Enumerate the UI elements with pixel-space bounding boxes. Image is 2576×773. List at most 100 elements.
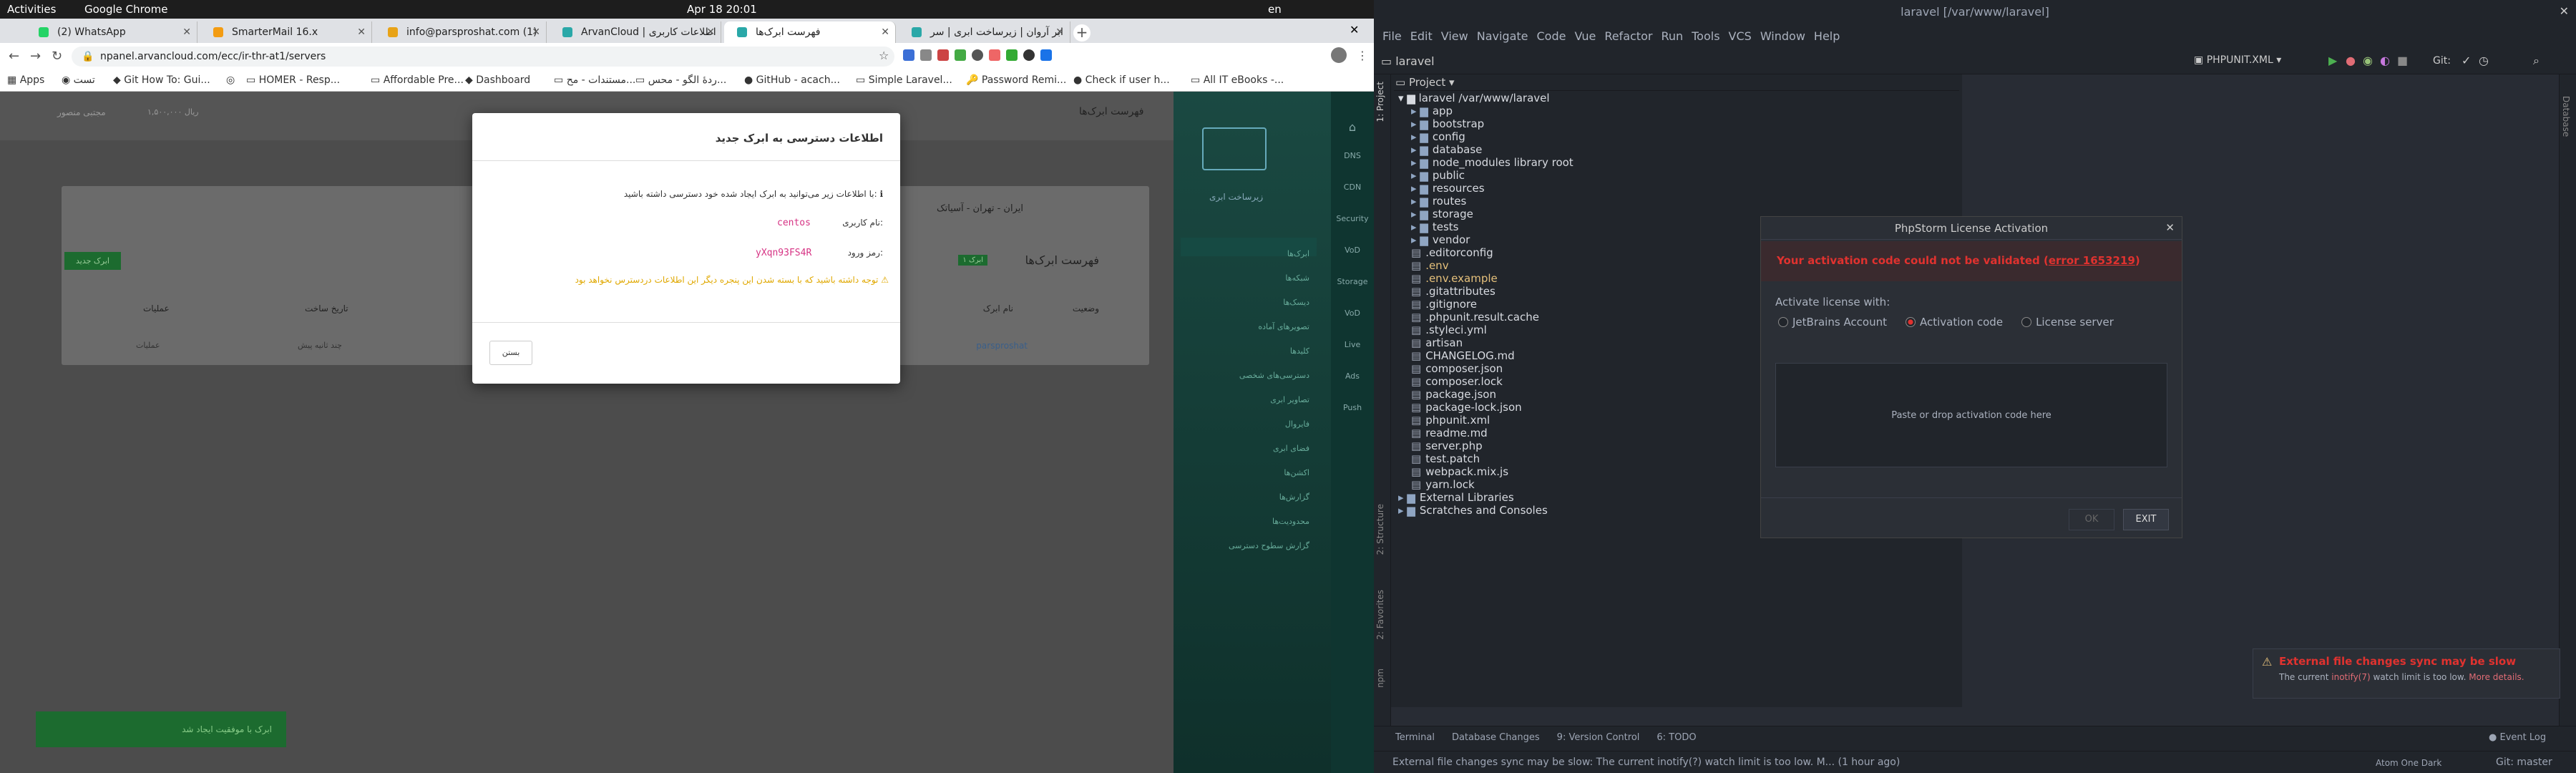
sidebar-item[interactable]: گزارش سطوح دسترسی	[1202, 534, 1309, 558]
tree-item[interactable]: ▸ ▆ vendor	[1411, 233, 1574, 246]
bookmark-item[interactable]: ▭ مستندات - مح...	[554, 74, 635, 86]
tree-item[interactable]: ▤ server.php	[1411, 439, 1574, 452]
service-link[interactable]: VoD	[1331, 308, 1374, 323]
service-link[interactable]: Storage	[1331, 277, 1374, 291]
create-server-button[interactable]: ابرک جدید	[64, 252, 121, 270]
reload-icon[interactable]: ↻	[52, 49, 62, 64]
bookmark-item[interactable]: ◉ تست	[62, 74, 95, 86]
run-icon[interactable]: ▶	[2328, 54, 2337, 67]
bottom-tab[interactable]: 6: TODO	[1657, 732, 1696, 743]
tree-item[interactable]: ▸ ▆ public	[1411, 169, 1574, 182]
tree-item[interactable]: ▸ ▆ database	[1411, 143, 1574, 156]
tree-item[interactable]: ▤ .env	[1411, 259, 1574, 272]
ok-button[interactable]: OK	[2069, 509, 2114, 530]
bookmark-item[interactable]: ▭ ردهٔ الگو - محس...	[635, 74, 726, 86]
bookmark-item[interactable]: ◆ Dashboard	[465, 74, 530, 86]
more-details-link[interactable]: More details.	[2469, 672, 2524, 682]
server-name-link[interactable]: parsproshat	[976, 341, 1028, 351]
extension-icon[interactable]	[989, 49, 1000, 61]
app-menu[interactable]: Google Chrome	[84, 3, 168, 16]
sidebar-item[interactable]: ابرک‌ها	[1202, 242, 1309, 266]
tree-item[interactable]: ▸ ▆ routes	[1411, 195, 1574, 208]
sidebar-item[interactable]: محدودیت‌ها	[1202, 510, 1309, 534]
home-icon[interactable]: ⌂	[1331, 120, 1374, 134]
sidebar-item[interactable]: گزارش‌ها	[1202, 485, 1309, 510]
tree-item[interactable]: ▤ test.patch	[1411, 452, 1574, 465]
extension-icon[interactable]	[903, 49, 914, 61]
theme-indicator[interactable]: Atom One Dark	[2376, 758, 2441, 768]
bottom-tab[interactable]: Terminal	[1395, 732, 1435, 743]
tree-item[interactable]: ▤ yarn.lock	[1411, 478, 1574, 491]
menu-vcs[interactable]: VCS	[1729, 29, 1752, 43]
menu-refactor[interactable]: Refactor	[1604, 29, 1652, 43]
tree-item[interactable]: ▤ webpack.mix.js	[1411, 465, 1574, 478]
menu-vue[interactable]: Vue	[1574, 29, 1596, 43]
tree-item[interactable]: ▤ .gitignore	[1411, 298, 1574, 311]
extension-icon[interactable]	[955, 49, 966, 61]
keyboard-layout[interactable]: en	[1268, 3, 1282, 16]
tree-item[interactable]: ▤ .phpunit.result.cache	[1411, 311, 1574, 324]
close-icon[interactable]: ✕	[357, 21, 366, 43]
menu-run[interactable]: Run	[1661, 29, 1683, 43]
tree-item[interactable]: ▤ readme.md	[1411, 427, 1574, 439]
back-icon[interactable]: ←	[9, 49, 19, 64]
exit-button[interactable]: EXIT	[2123, 509, 2169, 530]
license-option[interactable]: License server	[2021, 316, 2114, 329]
balance[interactable]: ۱,۵۰۰,۰۰۰ ریال	[147, 107, 199, 117]
bookmark-item[interactable]: ● Check if user h...	[1073, 74, 1170, 86]
radio-icon[interactable]	[1778, 317, 1788, 327]
bookmark-item[interactable]: ● GitHub - acach...	[744, 74, 840, 86]
tab-arvan-home[interactable]: ابر آروان | زیرساخت ابری | سر ✕	[899, 21, 1070, 43]
bookmark-item[interactable]: 🔑 Password Remi...	[966, 74, 1066, 86]
activation-code-textarea[interactable]: Paste or drop activation code here	[1775, 363, 2167, 467]
tool-tab-favorites[interactable]: 2: Favorites	[1375, 590, 1385, 640]
sidebar-item[interactable]: دیسک‌ها	[1202, 291, 1309, 315]
extension-icon[interactable]	[1023, 49, 1035, 61]
bookmark-item[interactable]: ▭ HOMER - Resp...	[246, 74, 340, 86]
tab-arvan-user[interactable]: ArvanCloud | اطلاعات کاربری ✕	[550, 21, 721, 43]
run-config-select[interactable]: ▣ PHPUNIT.XML ▾	[2194, 54, 2281, 66]
tool-tab-database[interactable]: Database	[2561, 96, 2571, 137]
close-icon[interactable]: ✕	[182, 21, 191, 43]
menu-tools[interactable]: Tools	[1692, 29, 1719, 43]
sidebar-item[interactable]: فضای ابری	[1202, 437, 1309, 461]
service-link[interactable]: DNS	[1331, 151, 1374, 165]
tab-servers[interactable]: فهرست ابرک‌ها ✕	[724, 21, 896, 43]
tool-tab-project[interactable]: 1: Project	[1375, 82, 1385, 122]
sidebar-item[interactable]: کلیدها	[1202, 339, 1309, 364]
menu-file[interactable]: File	[1382, 29, 1402, 43]
tree-item[interactable]: ▤ .styleci.yml	[1411, 324, 1574, 336]
region-select[interactable]: ایران - تهران - آسیاتک	[937, 203, 1023, 214]
tree-item[interactable]: ▸ ▆ bootstrap	[1411, 117, 1574, 130]
tree-item[interactable]: ▤ package-lock.json	[1411, 401, 1574, 414]
sidebar-item[interactable]: دسترسی‌های شخصی	[1202, 364, 1309, 388]
sidebar-item[interactable]: فایروال	[1202, 412, 1309, 437]
menu-code[interactable]: Code	[1537, 29, 1566, 43]
clock[interactable]: Apr 18 20:01	[687, 3, 757, 16]
tree-item[interactable]: ▤ .gitattributes	[1411, 285, 1574, 298]
close-icon[interactable]: ✕	[2560, 4, 2569, 18]
forward-icon[interactable]: →	[30, 49, 41, 64]
tree-item[interactable]: ▤ composer.json	[1411, 362, 1574, 375]
breadcrumb[interactable]: ▭ laravel	[1381, 54, 1435, 68]
tool-tab-npm[interactable]: npm	[1375, 669, 1385, 688]
sidebar-item[interactable]: تصویرهای آماده	[1202, 315, 1309, 339]
close-window-icon[interactable]: ✕	[1350, 23, 1359, 37]
tree-item[interactable]: ▤ .env.example	[1411, 272, 1574, 285]
coverage-icon[interactable]: ◉	[2363, 54, 2373, 67]
git-history-icon[interactable]: ◷	[2479, 54, 2489, 67]
tree-item[interactable]: ▤ composer.lock	[1411, 375, 1574, 388]
activities-button[interactable]: Activities	[7, 3, 56, 16]
tree-item[interactable]: ▤ package.json	[1411, 388, 1574, 401]
menu-window[interactable]: Window	[1760, 29, 1805, 43]
close-button[interactable]: بستن	[489, 341, 532, 365]
git-update-icon[interactable]: ✓	[2462, 54, 2471, 67]
service-link[interactable]: Ads	[1331, 371, 1374, 386]
sidebar-item[interactable]: اکشن‌ها	[1202, 461, 1309, 485]
tree-item[interactable]: ▤ .editorconfig	[1411, 246, 1574, 259]
bookmark-item[interactable]: ▭ Simple Laravel...	[856, 74, 952, 86]
radio-icon[interactable]	[1906, 317, 1916, 327]
tab-whatsapp[interactable]: (2) WhatsApp ✕	[26, 21, 197, 43]
actions-dropdown[interactable]: عملیات	[136, 341, 160, 350]
tool-tab-structure[interactable]: 2: Structure	[1375, 504, 1385, 555]
